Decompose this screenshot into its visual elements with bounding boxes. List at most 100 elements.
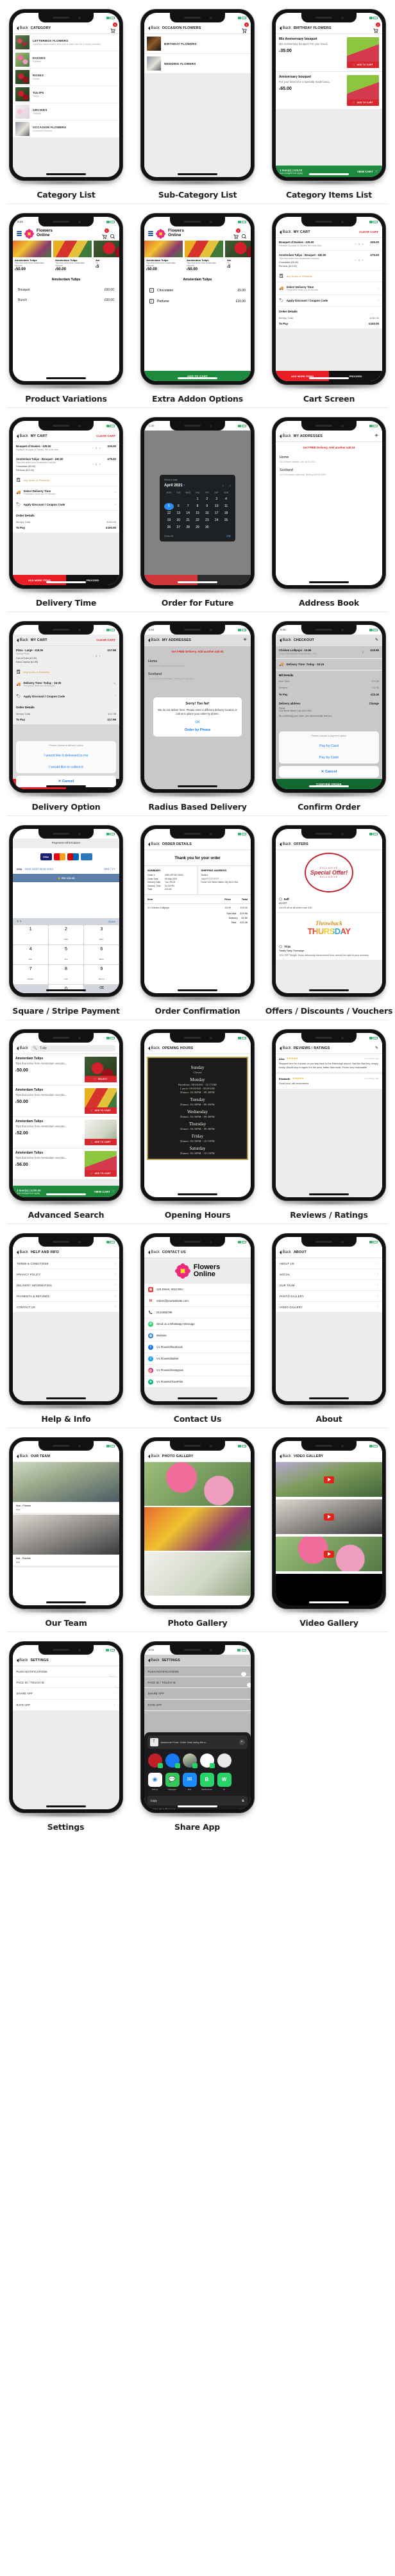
carousel-card[interactable]: Amsterdam Tulips Tlips that arrive from A…	[185, 241, 223, 274]
product-card[interactable]: Anniversary bouquet For your loved one a…	[276, 72, 382, 110]
add-to-cart-button[interactable]: 🛒 ADD TO CART	[85, 1170, 117, 1177]
key-2[interactable]: 2 ABC	[48, 925, 84, 944]
back-button[interactable]: Back	[148, 26, 160, 30]
address-item[interactable]: Scotland 123 Scotland Address Testing EH5…	[276, 466, 382, 479]
list-item[interactable]: DAISIES Daisies	[13, 51, 119, 69]
radio-button[interactable]	[279, 945, 282, 949]
gallery-video[interactable]	[276, 1537, 382, 1574]
share-app-wa-business[interactable]: B WA Business	[199, 1772, 214, 1791]
decrement-button[interactable]: –	[355, 243, 357, 246]
back-button[interactable]: Back	[280, 230, 291, 234]
key-8[interactable]: 8 TUV	[48, 965, 84, 985]
add-more-items-button[interactable]: ADD MORE ITEMS	[13, 575, 66, 585]
prev-month-button[interactable]: ‹	[222, 484, 223, 488]
menu-icon[interactable]	[17, 231, 22, 236]
back-button[interactable]: Back	[280, 1250, 291, 1254]
too-far-dialog[interactable]: Sorry! Too far! We do not deliver here. …	[153, 697, 242, 737]
cancel-button[interactable]: ✕ Cancel	[279, 766, 379, 778]
contact-row-instagram[interactable]: ◎ V1 Flowrist/instagram	[144, 1365, 251, 1376]
order-by-phone-button[interactable]: Order by Phone	[157, 728, 238, 732]
menu-item-payments-refunds[interactable]: PAYMENTS & REFUNDS ›	[13, 1291, 119, 1302]
sheet-option-delivery[interactable]: I would like it delivered to me	[16, 750, 116, 762]
discount-option[interactable]: 🏷 Apply Discount / Coupon Code ›	[13, 499, 119, 511]
decrement-button[interactable]: –	[92, 447, 94, 450]
edit-icon[interactable]: ✎	[375, 638, 378, 642]
back-button[interactable]: Back	[148, 1046, 160, 1050]
calendar-week[interactable]: 19 20 21 22 23 24 25	[164, 517, 231, 524]
order-note-field[interactable]: 🗒 Any Notes or Remarks	[276, 271, 382, 283]
write-review-icon[interactable]: ✎	[375, 1046, 378, 1050]
pay-by-card-option[interactable]: Pay by Card	[279, 740, 379, 752]
order-note-field[interactable]: 🗒 Any Notes or Remarks	[13, 475, 119, 487]
increment-button[interactable]: +	[99, 654, 101, 658]
contact-row-facebook[interactable]: f V1 Flowrist/facebook	[144, 1342, 251, 1353]
product-card[interactable]: Amsterdam Tulips Tlips that arrive from A…	[13, 1054, 119, 1086]
carousel-card[interactable]: Amsterdam Tulips Tlips that arrive from A…	[13, 241, 51, 274]
contact-row-email[interactable]: Morders@yourwebsite.com	[144, 1295, 251, 1307]
menu-item-photo-gallery[interactable]: PHOTO GALLERY ›	[276, 1291, 382, 1302]
pay-button[interactable]: 🔒 PAY £22.46	[13, 874, 119, 882]
add-more-items-button[interactable]: ADD MORE ITEMS	[276, 371, 329, 381]
contact-row-phone[interactable]: 📞 0123456789	[144, 1307, 251, 1318]
key-1[interactable]: 1	[13, 925, 48, 944]
next-month-button[interactable]: ›	[230, 484, 231, 488]
clear-cart-button[interactable]: CLEAR CART	[359, 230, 378, 234]
product-card[interactable]: Mix Anniversary bouquet Mix Anniversary …	[276, 34, 382, 72]
increment-button[interactable]: +	[362, 259, 364, 262]
back-button[interactable]: Back	[17, 638, 28, 642]
delivery-time-option[interactable]: 🚚 Select Delivery Time Preparation times a…	[276, 282, 382, 296]
quantity-stepper[interactable]: –1 +	[92, 649, 101, 663]
contact-row-whatsapp[interactable]: ✆ Send us a Whatsapp Message	[144, 1318, 251, 1330]
addon-row[interactable]: ✓ Perfume £10.00	[144, 296, 251, 307]
gallery-video[interactable]	[276, 1499, 382, 1537]
list-item[interactable]: BIRTHDAY FLOWERS	[144, 34, 251, 54]
checkbox[interactable]: ✓	[149, 299, 154, 304]
delivery-time-option[interactable]: 🚚 Select Delivery Time Preparation times a…	[13, 486, 119, 500]
back-button[interactable]: Back	[148, 1250, 160, 1254]
variation-row[interactable]: Bunch £50.00	[13, 295, 119, 306]
date-picker[interactable]: Select a date April 2021 › ‹ › MON TUE WED T…	[160, 474, 235, 542]
contact-row-address[interactable]: ◉ 123 Street, W13 0SU	[144, 1284, 251, 1295]
menu-item-our-team[interactable]: OUR TEAM ›	[276, 1280, 382, 1291]
back-button[interactable]: Back	[280, 434, 291, 438]
share-sheet[interactable]: T Awesome Food. Order Now using the a...…	[144, 1732, 251, 1809]
list-item[interactable]: TULIPS Tulips	[13, 86, 119, 103]
contact-avatar[interactable]	[147, 1753, 163, 1768]
share-apps-row[interactable]: ◉ AirDrop 💬 Messages ✉ Mail B WA Business WW	[147, 1769, 248, 1792]
order-note-field[interactable]: 🗒 Any Notes or Remarks	[13, 666, 119, 678]
contact-avatar[interactable]	[199, 1753, 215, 1768]
calendar-week[interactable]: 1234	[164, 496, 231, 503]
list-item[interactable]: WEDDING FLOWERS	[144, 54, 251, 74]
address-item[interactable]: Home 123 Street Name City W13 0SU	[144, 657, 251, 670]
search-input[interactable]	[40, 1046, 113, 1050]
back-button[interactable]: Back	[148, 638, 160, 642]
calendar-week[interactable]: 26 27 28 29 30	[164, 524, 231, 531]
gallery-video[interactable]	[276, 1462, 382, 1499]
key-3[interactable]: 3 DEF	[84, 925, 119, 944]
back-button[interactable]: Back	[16, 1658, 28, 1662]
key-7[interactable]: 7 PQRS	[13, 965, 48, 985]
share-app-airdrop[interactable]: ◉ AirDrop	[147, 1772, 162, 1791]
share-action-copy[interactable]: Copy ⧉	[147, 1795, 248, 1805]
quantity-stepper[interactable]: –1 +	[92, 445, 101, 452]
product-card[interactable]: Amsterdam Tulips Tlips that arrive from A…	[13, 1117, 119, 1148]
addon-row[interactable]: ✓ Chocolates £5.00	[144, 285, 251, 296]
back-button[interactable]: Back	[17, 26, 28, 30]
setting-share-app[interactable]: SHARE APP ›	[144, 1688, 251, 1700]
ok-button[interactable]: OK	[157, 721, 238, 724]
menu-item-about-us[interactable]: ABOUT US ›	[276, 1258, 382, 1269]
back-button[interactable]: Back	[148, 1454, 160, 1458]
increment-button[interactable]: +	[99, 463, 101, 466]
quantity-stepper[interactable]: –1 +	[92, 457, 101, 472]
product-carousel[interactable]: Amsterdam Tulips Tlips that arrive from A…	[144, 241, 251, 274]
key-4[interactable]: 4 GHI	[13, 945, 48, 965]
calendar-week[interactable]: 5 6 7 8 9 10 11	[164, 502, 231, 510]
address-item[interactable]: Home 123 Street Name City W13 0SU	[276, 453, 382, 466]
menu-item-video-gallery[interactable]: VIDEO GALLERY ›	[276, 1302, 382, 1313]
key-6[interactable]: 6 MNO	[84, 945, 119, 965]
clear-cart-button[interactable]: CLEAR CART	[96, 638, 115, 642]
cart-icon[interactable]: 1	[101, 228, 109, 239]
setting-push-notifications[interactable]: PUSH NOTIFICATIONS	[12, 1666, 119, 1677]
view-cart-button[interactable]: VIEW CART 🛒	[357, 169, 378, 173]
back-button[interactable]: Back	[280, 26, 291, 30]
